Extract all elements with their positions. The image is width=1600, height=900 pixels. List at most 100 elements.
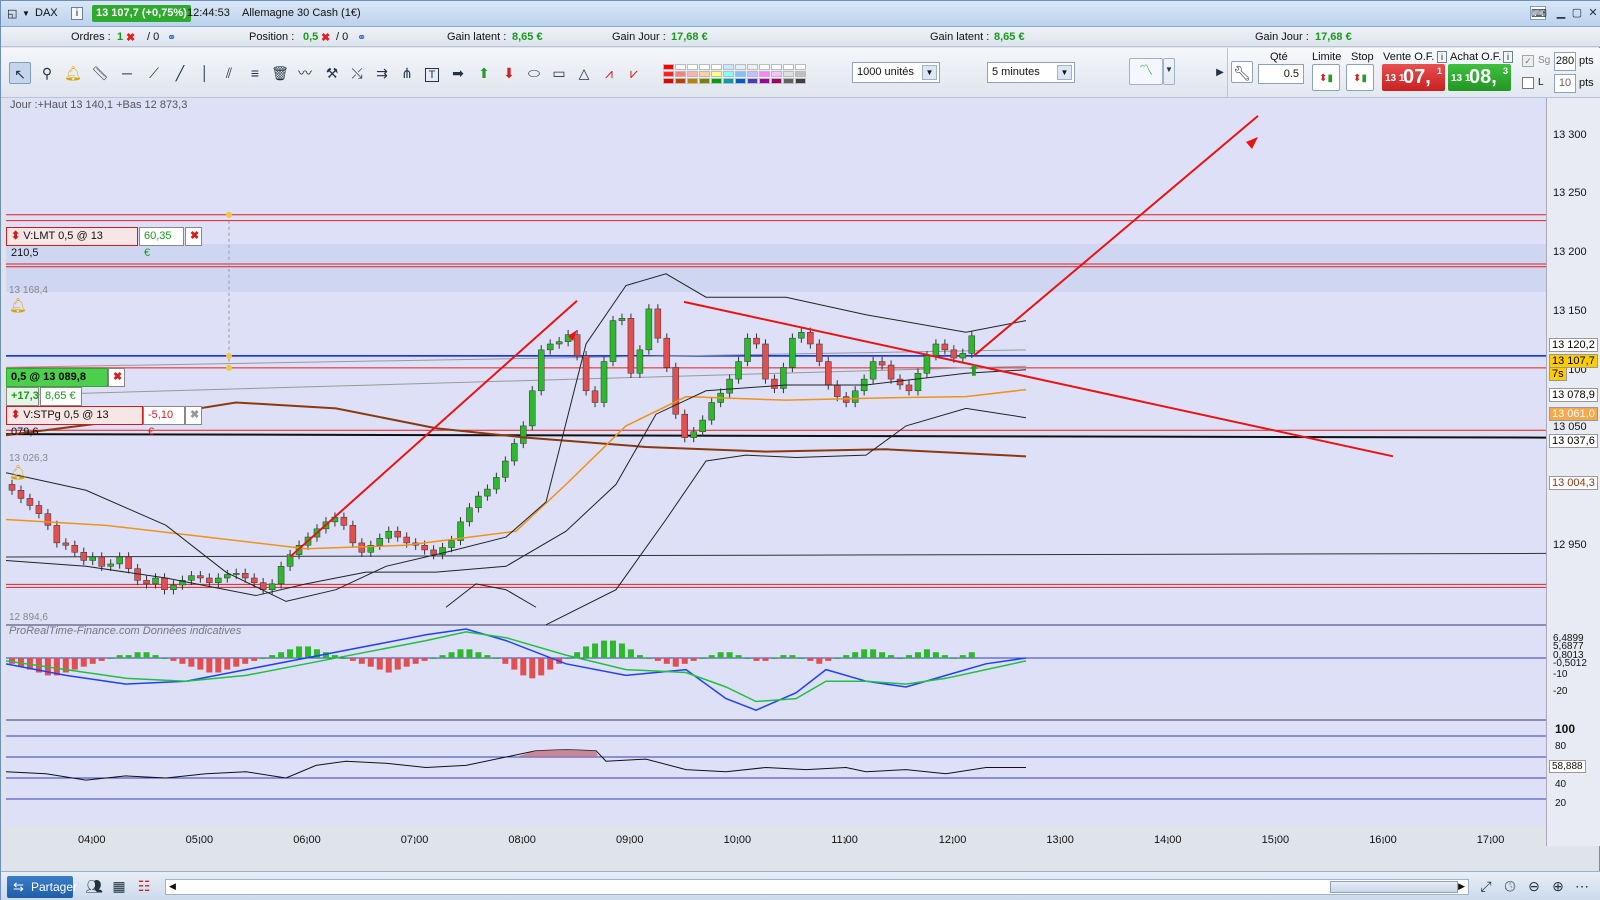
color-swatch[interactable] — [735, 71, 746, 77]
cancel-stop-icon[interactable]: ✖ — [185, 406, 202, 425]
alert-bell-icon[interactable]: 🔔︎ — [9, 464, 27, 481]
close-icon[interactable]: ✕ — [1585, 6, 1600, 20]
cursor-pointer-icon[interactable]: ↖ — [9, 62, 31, 84]
color-swatch[interactable] — [783, 64, 794, 70]
color-swatch[interactable] — [723, 71, 734, 77]
wrench-icon[interactable]: 🔧︎ — [1231, 61, 1253, 83]
trendline-icon[interactable]: ╱ — [169, 62, 191, 84]
drag-handle-icon[interactable]: ⬍ — [11, 230, 20, 242]
fib-retracement-icon[interactable]: ⇉ — [371, 62, 393, 84]
channel-icon[interactable]: ⫽ — [218, 62, 240, 84]
color-swatch[interactable] — [759, 64, 770, 70]
stop-order-ticket[interactable]: ⬍ V:STPg 0,5 @ 13 079,6 — [6, 406, 143, 438]
color-swatch[interactable] — [699, 64, 710, 70]
color-swatch[interactable] — [687, 71, 698, 77]
scroll-right-icon[interactable]: ▶ — [1458, 881, 1465, 892]
color-swatch[interactable] — [675, 78, 686, 84]
color-swatch[interactable] — [723, 64, 734, 70]
color-swatch[interactable] — [663, 71, 674, 77]
minimize-icon[interactable]: ▁ — [1553, 6, 1569, 20]
qty-input[interactable]: 0.5 — [1258, 64, 1304, 84]
color-swatch[interactable] — [747, 78, 758, 84]
color-swatch[interactable] — [711, 71, 722, 77]
info-icon[interactable]: i — [1437, 51, 1447, 63]
color-swatch[interactable] — [675, 71, 686, 77]
color-swatch[interactable] — [687, 78, 698, 84]
segment-icon[interactable]: ⟋ — [143, 62, 165, 84]
color-swatch[interactable] — [735, 64, 746, 70]
timeframe-select[interactable]: 5 minutes ▼ — [987, 62, 1075, 83]
color-swatch[interactable] — [771, 64, 782, 70]
chevron-down-icon[interactable]: ▼ — [22, 9, 30, 18]
price-chart[interactable]: ⬆ — [6, 98, 1546, 846]
cancel-orders-icon[interactable]: ✖ — [126, 31, 135, 44]
color-swatch[interactable] — [747, 71, 758, 77]
zigzag-red-icon[interactable]: ⩘ — [598, 62, 620, 84]
color-swatch[interactable] — [783, 71, 794, 77]
more-icon[interactable]: ⋯ — [1571, 875, 1593, 897]
alert-bell-icon[interactable]: 🔔︎ — [62, 62, 84, 84]
keyboard-icon[interactable]: ⌨ — [1530, 6, 1547, 20]
window-menu-icon[interactable]: ◱ — [7, 7, 17, 20]
arrow-right-icon[interactable]: ➡ — [447, 62, 469, 84]
andrews-pitchfork-icon[interactable]: ⋔ — [396, 62, 418, 84]
autoscale-icon[interactable]: ⤢ — [1475, 875, 1497, 897]
color-swatch[interactable] — [795, 64, 806, 70]
text-tool-icon[interactable]: T — [421, 62, 443, 84]
layout-icon[interactable]: ▦ — [108, 875, 130, 897]
share-button[interactable]: ⇆ Partager — [7, 876, 77, 898]
fib-fan-icon[interactable]: ⤯ — [346, 62, 368, 84]
close-position-icon[interactable]: ✖ — [108, 368, 125, 387]
price-axis[interactable]: 13 300 13 250 13 200 13 150 13 100 13 050 12 9… — [1546, 98, 1600, 846]
color-swatch[interactable] — [783, 78, 794, 84]
color-swatch[interactable] — [735, 78, 746, 84]
limit-order-ticket[interactable]: ⬍ V:LMT 0,5 @ 13 210,5 — [6, 227, 138, 259]
zigzag-icon[interactable]: ⩗ — [623, 62, 645, 84]
sell-button[interactable]: 13 1 07, 1 — [1382, 64, 1445, 91]
time-scrollbar[interactable]: ◀ ▶ — [165, 879, 1469, 895]
vertical-line-icon[interactable]: │ — [194, 62, 216, 84]
people-icon[interactable]: 👥︎ — [83, 875, 105, 897]
zoom-out-icon[interactable]: ⊖ — [1523, 875, 1545, 897]
color-swatch[interactable] — [747, 64, 758, 70]
cancel-limit-icon[interactable]: ✖ — [185, 227, 202, 246]
orders-count[interactable]: 1 — [117, 31, 123, 43]
info-icon[interactable]: i — [1503, 51, 1513, 63]
limit-points-input[interactable]: 10 — [1554, 74, 1576, 93]
drag-handle-icon[interactable]: ⬍ — [11, 409, 20, 421]
magnet-icon[interactable]: ⚒ — [321, 62, 343, 84]
color-swatch[interactable] — [699, 78, 710, 84]
ruler-icon[interactable]: 📏︎ — [89, 62, 111, 84]
color-swatch[interactable] — [771, 78, 782, 84]
info-icon[interactable]: i — [71, 7, 83, 20]
position-ticket[interactable]: 0,5 @ 13 089,8 (RL) — [6, 368, 108, 400]
link-icon[interactable]: ⚭ — [167, 31, 176, 44]
color-swatch[interactable] — [663, 78, 674, 84]
units-select[interactable]: 1000 unités ▼ — [852, 62, 940, 83]
color-swatch[interactable] — [711, 78, 722, 84]
stop-guaranteed-checkbox[interactable]: ✓ — [1522, 55, 1534, 67]
chevron-right-icon[interactable]: ▶ — [1215, 62, 1225, 84]
color-palette[interactable] — [663, 62, 815, 86]
link-icon-2[interactable]: ⚭ — [357, 31, 366, 44]
color-swatch[interactable] — [687, 64, 698, 70]
rectangle-icon[interactable]: ▭ — [548, 62, 570, 84]
stop-points-input[interactable]: 280 — [1554, 52, 1576, 71]
color-swatch[interactable] — [663, 64, 674, 70]
wave-icon[interactable]: 〰 — [294, 62, 316, 84]
chevron-down-icon[interactable]: ▼ — [922, 65, 937, 80]
color-swatch[interactable] — [795, 78, 806, 84]
color-swatch[interactable] — [759, 71, 770, 77]
color-swatch[interactable] — [795, 71, 806, 77]
ellipse-icon[interactable]: ⬭ — [523, 62, 545, 84]
instrument-name[interactable]: DAX — [35, 7, 58, 19]
buy-button[interactable]: 13 1 08, 3 — [1448, 64, 1511, 91]
chevron-down-icon[interactable]: ▼ — [1163, 58, 1175, 85]
zoom-icon[interactable]: ⚲ — [36, 62, 58, 84]
color-swatch[interactable] — [759, 78, 770, 84]
scroll-thumb[interactable] — [1330, 881, 1458, 893]
alert-bell-icon[interactable]: 🔔︎ — [9, 297, 27, 314]
limit-order-button[interactable]: ⬍▮ — [1312, 64, 1340, 91]
zoom-in-icon[interactable]: ⊕ — [1547, 875, 1569, 897]
maximize-icon[interactable]: ▢ — [1569, 6, 1585, 20]
